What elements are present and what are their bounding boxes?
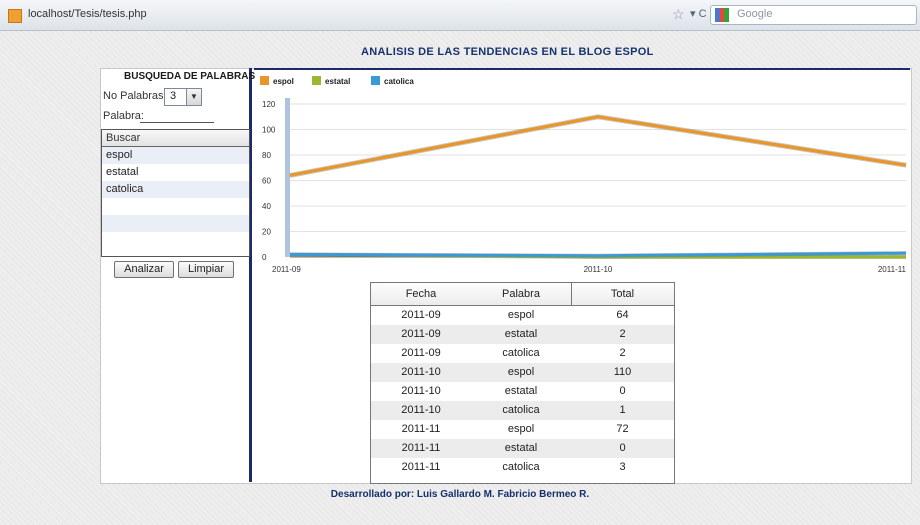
page-favicon-icon — [8, 9, 22, 23]
table-row: 2011-11 espol 72 — [371, 420, 674, 439]
cell-fecha: 2011-10 — [401, 385, 441, 397]
word-count-select[interactable]: 3 ▼ — [164, 88, 202, 106]
page-footer: Desarrollado por: Luis Gallardo M. Fabri… — [330, 489, 590, 500]
y-tick-label: 80 — [262, 151, 271, 160]
page-title: ANALISIS DE LAS TENDENCIAS EN EL BLOG ES… — [361, 46, 654, 58]
browser-toolbar: localhost/Tesis/tesis.php ☆ ▾ C Google — [0, 0, 920, 31]
y-tick-label: 40 — [262, 202, 271, 211]
word-label: Palabra: — [103, 110, 144, 122]
column-header-total: Total — [610, 288, 635, 300]
table-row: 2011-11 estatal 0 — [371, 439, 674, 458]
address-bar[interactable]: localhost/Tesis/tesis.php — [28, 8, 147, 20]
table-header: Fecha Palabra Total — [371, 283, 674, 306]
clear-button[interactable]: Limpiar — [178, 261, 234, 278]
browser-search-box[interactable]: Google — [710, 5, 917, 25]
cell-palabra: espol — [507, 366, 535, 378]
search-panel-title: BUSQUEDA DE PALABRAS — [124, 71, 256, 82]
y-tick-label: 60 — [262, 177, 271, 186]
cell-total: 0 — [619, 442, 626, 454]
cell-fecha: 2011-10 — [401, 404, 441, 416]
series-line-espol — [289, 115, 907, 177]
series-line-catolica — [289, 251, 907, 258]
word-list-item-empty[interactable] — [102, 215, 249, 232]
y-tick-label: 0 — [262, 253, 267, 262]
cell-total: 64 — [616, 309, 629, 321]
cell-palabra: espol — [507, 423, 535, 435]
cell-fecha: 2011-11 — [401, 461, 441, 473]
table-row: 2011-10 estatal 0 — [371, 382, 674, 401]
cell-total: 2 — [619, 347, 626, 359]
x-tick-label: 2011-11 — [878, 265, 907, 274]
cell-fecha: 2011-11 — [401, 423, 441, 435]
column-header-fecha: Fecha — [405, 288, 437, 300]
results-table: Fecha Palabra Total 2011-09 espol 64 2011-0… — [370, 282, 675, 484]
cell-palabra: catolica — [502, 347, 540, 359]
x-tick-label: 2011-10 — [584, 265, 613, 274]
table-row: 2011-10 espol 110 — [371, 363, 674, 382]
bookmark-star-icon[interactable]: ☆ — [672, 6, 685, 23]
analyze-button[interactable]: Analizar — [114, 261, 174, 278]
word-list: Buscar espol estatal catolica — [101, 129, 250, 257]
word-list-item[interactable]: estatal — [102, 164, 249, 181]
reload-icon[interactable]: ▾ C — [690, 7, 707, 20]
cell-total: 3 — [619, 461, 626, 473]
series-shadow — [289, 114, 907, 178]
word-list-item-empty[interactable] — [102, 232, 249, 249]
y-tick-label: 120 — [262, 100, 276, 109]
cell-fecha: 2011-09 — [401, 309, 441, 321]
cell-total: 1 — [619, 404, 626, 416]
cell-fecha: 2011-11 — [401, 442, 441, 454]
table-row: 2011-11 catolica 3 — [371, 458, 674, 477]
cell-total: 110 — [613, 366, 632, 378]
y-tick-label: 100 — [262, 126, 276, 135]
cell-fecha: 2011-09 — [401, 347, 441, 359]
word-input[interactable] — [140, 112, 214, 123]
range-selector-handle — [285, 98, 290, 257]
cell-palabra: estatal — [504, 328, 538, 340]
column-divider — [571, 283, 572, 305]
cell-fecha: 2011-09 — [401, 328, 441, 340]
cell-palabra: espol — [507, 309, 535, 321]
chart-plot-area: 0 20 40 60 80 100 120 2011-09 2011-10 2011-11 — [262, 98, 907, 274]
word-count-value: 3 — [170, 90, 177, 102]
browser-search-placeholder: Google — [737, 8, 773, 20]
google-icon — [715, 8, 729, 22]
table-body: 2011-09 espol 64 2011-09 estatal 2 2011-09 cato… — [371, 306, 674, 477]
cell-total: 0 — [619, 385, 626, 397]
word-list-item[interactable]: espol — [102, 147, 249, 164]
y-tick-label: 20 — [262, 228, 271, 237]
cell-palabra: estatal — [504, 442, 538, 454]
cell-palabra: catolica — [502, 404, 540, 416]
cell-fecha: 2011-10 — [401, 366, 441, 378]
column-header-palabra: Palabra — [502, 288, 540, 300]
cell-total: 72 — [616, 423, 629, 435]
x-tick-label: 2011-09 — [272, 265, 301, 274]
table-row: 2011-09 catolica 2 — [371, 344, 674, 363]
word-count-label: No Palabras: — [103, 90, 167, 102]
cell-palabra: estatal — [504, 385, 538, 397]
word-list-header: Buscar — [102, 130, 249, 147]
cell-palabra: catolica — [502, 461, 540, 473]
word-list-item[interactable]: catolica — [102, 181, 249, 198]
table-row: 2011-10 catolica 1 — [371, 401, 674, 420]
table-row: 2011-09 estatal 2 — [371, 325, 674, 344]
cell-total: 2 — [619, 328, 626, 340]
chevron-down-icon[interactable]: ▼ — [186, 89, 201, 105]
table-row: 2011-09 espol 64 — [371, 306, 674, 325]
word-list-item-empty[interactable] — [102, 198, 249, 215]
